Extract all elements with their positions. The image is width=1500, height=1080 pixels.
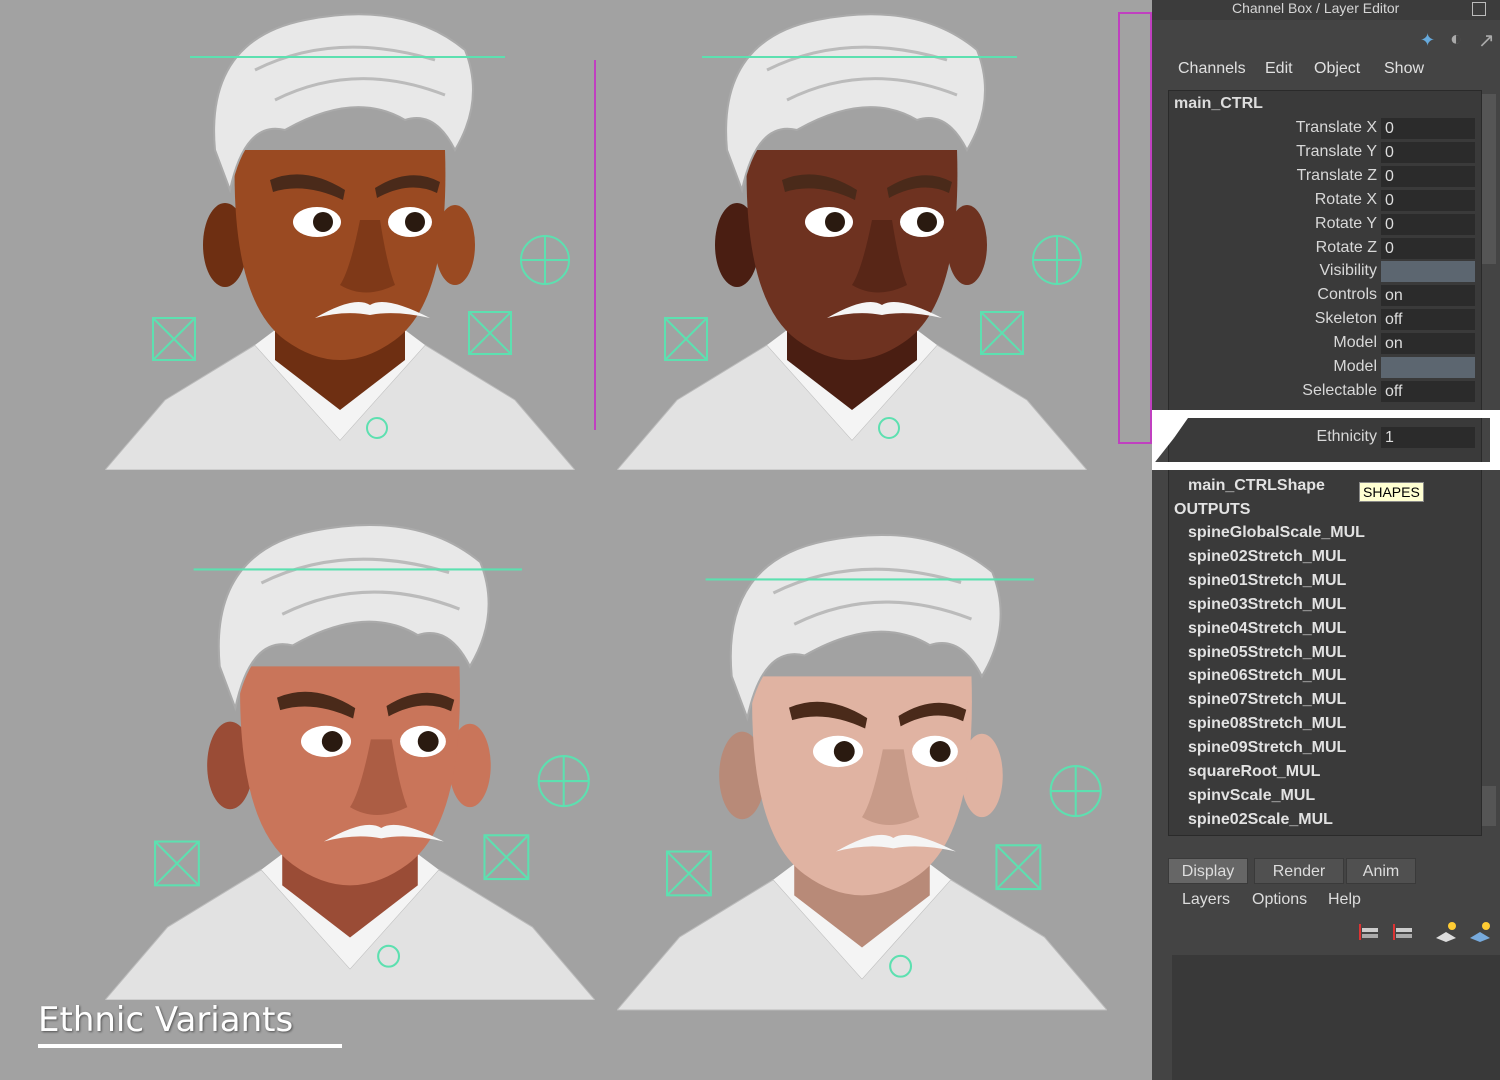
- output-node[interactable]: spine07Stretch_MUL: [1188, 691, 1346, 709]
- channel-row[interactable]: Skeleton off: [1168, 308, 1480, 331]
- channel-value[interactable]: 0: [1381, 165, 1475, 187]
- output-node[interactable]: spine02Scale_MUL: [1188, 811, 1333, 829]
- output-node[interactable]: spine06Stretch_MUL: [1188, 667, 1346, 685]
- channel-label: Rotate Z: [1315, 238, 1377, 256]
- arrow-icon[interactable]: ↗: [1478, 28, 1495, 53]
- channel-value[interactable]: off: [1381, 309, 1475, 331]
- channel-menubar: Channels Edit Object Show: [1152, 58, 1500, 84]
- menu-help[interactable]: Help: [1328, 891, 1361, 909]
- caption-title: Ethnic Variants: [38, 1000, 294, 1040]
- shapes-tooltip: SHAPES: [1359, 482, 1424, 502]
- channel-label: Model: [1333, 334, 1377, 352]
- channel-label: Rotate Y: [1315, 214, 1377, 232]
- channel-scrollbar-upper[interactable]: [1482, 94, 1496, 264]
- channel-row[interactable]: Rotate Y0: [1168, 213, 1480, 236]
- channel-box-panel: Channel Box / Layer Editor ✦ ◐ ↗ Channel…: [1152, 0, 1500, 1080]
- axis-icon[interactable]: ✦: [1420, 30, 1435, 51]
- menu-object[interactable]: Object: [1314, 60, 1360, 78]
- menu-layers[interactable]: Layers: [1182, 891, 1230, 909]
- render-variant-4: [617, 533, 1107, 1011]
- output-node[interactable]: spine03Stretch_MUL: [1188, 596, 1346, 614]
- channel-value[interactable]: 1: [1381, 427, 1475, 448]
- shape-name[interactable]: main_CTRLShape: [1188, 477, 1325, 495]
- channel-row[interactable]: Model on: [1168, 332, 1480, 355]
- menu-options[interactable]: Options: [1252, 891, 1307, 909]
- new-layer-icon[interactable]: [1434, 920, 1458, 944]
- output-node[interactable]: squareRoot_MUL: [1188, 763, 1320, 781]
- render-variant-1: [105, 13, 575, 470]
- channel-label: Model: [1333, 358, 1377, 375]
- channel-row[interactable]: Rotate X0: [1168, 189, 1480, 212]
- channel-scrollbar-lower[interactable]: [1482, 786, 1496, 826]
- channel-label: Translate Z: [1296, 166, 1377, 184]
- channel-value[interactable]: off: [1381, 380, 1475, 402]
- channel-label: Translate X: [1295, 119, 1377, 136]
- channel-value[interactable]: 0: [1381, 237, 1475, 259]
- channel-row[interactable]: Visibility: [1168, 260, 1480, 283]
- new-layer-selected-icon[interactable]: [1468, 920, 1492, 944]
- channel-value[interactable]: 0: [1381, 189, 1475, 211]
- channel-value[interactable]: on: [1381, 285, 1475, 307]
- move-layer-up-icon[interactable]: [1358, 920, 1382, 944]
- channel-row-ethnicity[interactable]: Ethnicity 1: [1168, 426, 1480, 449]
- channel-label: Visibility: [1319, 262, 1378, 280]
- output-node[interactable]: spine01Stretch_MUL: [1188, 572, 1346, 590]
- channel-label: Ethnicity: [1316, 428, 1377, 445]
- channel-row[interactable]: Model: [1168, 356, 1480, 379]
- output-node[interactable]: spine04Stretch_MUL: [1188, 620, 1346, 638]
- tab-render[interactable]: Render: [1254, 858, 1344, 884]
- tab-anim[interactable]: Anim: [1346, 858, 1416, 884]
- channel-label: Skeleton: [1314, 310, 1377, 328]
- channel-value[interactable]: on: [1381, 333, 1475, 355]
- output-node[interactable]: spine05Stretch_MUL: [1188, 644, 1346, 662]
- channel-row[interactable]: Translate X0: [1168, 117, 1480, 140]
- channel-row[interactable]: Rotate Z0: [1168, 237, 1480, 260]
- channel-value[interactable]: [1381, 357, 1475, 378]
- channel-label: Rotate X: [1314, 190, 1377, 208]
- channel-value[interactable]: 0: [1381, 118, 1475, 139]
- output-node[interactable]: spineGlobalScale_MUL: [1188, 524, 1365, 542]
- caption-underline: [38, 1044, 342, 1048]
- menu-channels[interactable]: Channels: [1178, 60, 1246, 78]
- pin-icon[interactable]: ◐: [1450, 28, 1462, 51]
- layer-list[interactable]: [1172, 955, 1500, 1080]
- tab-display[interactable]: Display: [1168, 858, 1248, 884]
- output-node[interactable]: spinvScale_MUL: [1188, 787, 1315, 805]
- output-node[interactable]: spine08Stretch_MUL: [1188, 715, 1346, 733]
- render-variant-2: [617, 13, 1087, 470]
- outputs-header: OUTPUTS: [1174, 501, 1251, 518]
- channel-label: Translate Y: [1296, 142, 1377, 160]
- magenta-guide-line: [594, 60, 596, 430]
- menu-show[interactable]: Show: [1384, 60, 1424, 78]
- channel-row[interactable]: Translate Z0: [1168, 165, 1480, 188]
- channel-value[interactable]: [1381, 261, 1475, 283]
- channel-value[interactable]: 0: [1381, 213, 1475, 235]
- panel-titlebar: Channel Box / Layer Editor: [1152, 0, 1500, 20]
- menu-edit[interactable]: Edit: [1265, 60, 1293, 78]
- render-variant-3: [105, 523, 595, 1000]
- object-name[interactable]: main_CTRL: [1174, 95, 1263, 113]
- channel-row[interactable]: Controls on: [1168, 284, 1480, 307]
- output-node[interactable]: spine02Stretch_MUL: [1188, 548, 1346, 566]
- channel-row[interactable]: Selectable off: [1168, 380, 1480, 403]
- channel-row[interactable]: Translate Y0: [1168, 141, 1480, 164]
- ethnicity-highlight: Ethnicity 1: [1152, 410, 1500, 470]
- viewport[interactable]: Ethnic Variants: [0, 0, 1152, 1080]
- move-layer-down-icon[interactable]: [1392, 920, 1416, 944]
- channel-label: Controls: [1317, 286, 1377, 304]
- output-node[interactable]: spine09Stretch_MUL: [1188, 739, 1346, 757]
- channel-value[interactable]: 0: [1381, 141, 1475, 163]
- channel-label: Selectable: [1302, 381, 1377, 399]
- float-icon[interactable]: [1472, 2, 1486, 16]
- magenta-frame: [1118, 12, 1152, 444]
- panel-title: Channel Box / Layer Editor: [1232, 0, 1400, 16]
